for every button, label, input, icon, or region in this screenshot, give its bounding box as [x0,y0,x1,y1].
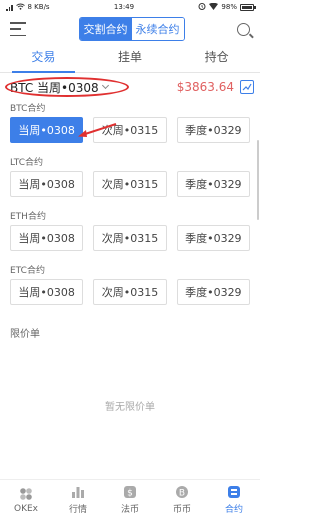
etc-this-week-button[interactable]: 当周•0308 [10,279,84,305]
candlestick-chart-icon[interactable] [240,80,254,94]
eth-next-week-button[interactable]: 次周•0315 [93,225,167,251]
last-price: $3863.64 [176,80,234,94]
empty-state-text: 暂无限价单 [105,402,155,413]
nav-label: 行情 [68,505,87,515]
ltc-contract-section: LTC合约 当周•0308 次周•0315 季度•0329 [0,155,260,197]
nav-okex[interactable]: OKEx [0,480,52,520]
top-header: 交割合约 永续合约 [0,14,260,44]
tab-trade[interactable]: 交易 [0,44,87,73]
nav-label: 合约 [224,505,243,515]
ltc-next-week-button[interactable]: 次周•0315 [93,171,167,197]
section-label: BTC合约 [10,104,46,114]
perpetual-contract-tab[interactable]: 永续合约 [131,18,184,40]
svg-text:$: $ [127,489,133,499]
section-label: ETH合约 [10,212,46,222]
network-speed: 8 KB/s [27,3,50,11]
limit-order-title: 限价单 [10,329,40,340]
contract-icon [227,485,241,499]
wifi-icon [15,3,25,12]
scrollbar[interactable] [257,140,259,220]
btc-next-week-button[interactable]: 次周•0315 [93,117,167,143]
battery-icon [239,3,256,11]
battery-percent: 98% [221,3,237,11]
btc-quarter-button[interactable]: 季度•0329 [176,117,250,143]
delivery-contract-tab[interactable]: 交割合约 [79,18,132,40]
section-label: ETC合约 [10,266,45,276]
menu-icon[interactable] [10,22,26,36]
tab-orders[interactable]: 挂单 [87,44,174,72]
eth-quarter-button[interactable]: 季度•0329 [176,225,250,251]
nav-coin[interactable]: B 币币 [156,480,208,520]
section-label: LTC合约 [10,158,44,168]
nav-label: 币币 [172,505,191,515]
alarm-icon [198,2,206,12]
coin-icon: B [175,485,189,499]
nav-label: OKEx [14,503,38,514]
contract-type-toggle: 交割合约 永续合约 [78,17,185,41]
status-time: 13:49 [113,3,135,11]
nav-market[interactable]: 行情 [52,480,104,520]
contract-dropdown-label: BTC 当周•0308 [10,80,99,95]
signal-icon [6,4,13,11]
search-icon[interactable] [237,22,250,36]
main-tabs: 交易 挂单 持仓 [0,44,260,73]
status-bar: 8 KB/s 13:49 98% [0,0,260,14]
contract-selector-row: BTC 当周•0308 $3863.64 [0,73,260,101]
ltc-this-week-button[interactable]: 当周•0308 [10,171,84,197]
nav-contract[interactable]: 合约 [208,480,260,520]
contract-dropdown[interactable]: BTC 当周•0308 [10,79,109,96]
btc-contract-section: BTC合约 当周•0308 次周•0315 季度•0329 [0,101,260,143]
tab-positions[interactable]: 持仓 [173,44,260,72]
etc-contract-section: ETC合约 当周•0308 次周•0315 季度•0329 [0,263,260,305]
fiat-icon: $ [123,485,137,499]
btc-this-week-button[interactable]: 当周•0308 [10,117,84,143]
bottom-nav: OKEx 行情 $ 法币 B 币币 合约 [0,479,260,520]
nav-label: 法币 [120,505,139,515]
eth-contract-section: ETH合约 当周•0308 次周•0315 季度•0329 [0,209,260,251]
wifi-strength-icon [209,2,219,12]
etc-quarter-button[interactable]: 季度•0329 [176,279,250,305]
bar-chart-icon [71,485,85,499]
nav-fiat[interactable]: $ 法币 [104,480,156,520]
eth-this-week-button[interactable]: 当周•0308 [10,225,84,251]
svg-text:B: B [179,489,185,499]
okex-logo-icon [19,487,33,501]
ltc-quarter-button[interactable]: 季度•0329 [176,171,250,197]
etc-next-week-button[interactable]: 次周•0315 [93,279,167,305]
chevron-down-icon [101,81,109,90]
